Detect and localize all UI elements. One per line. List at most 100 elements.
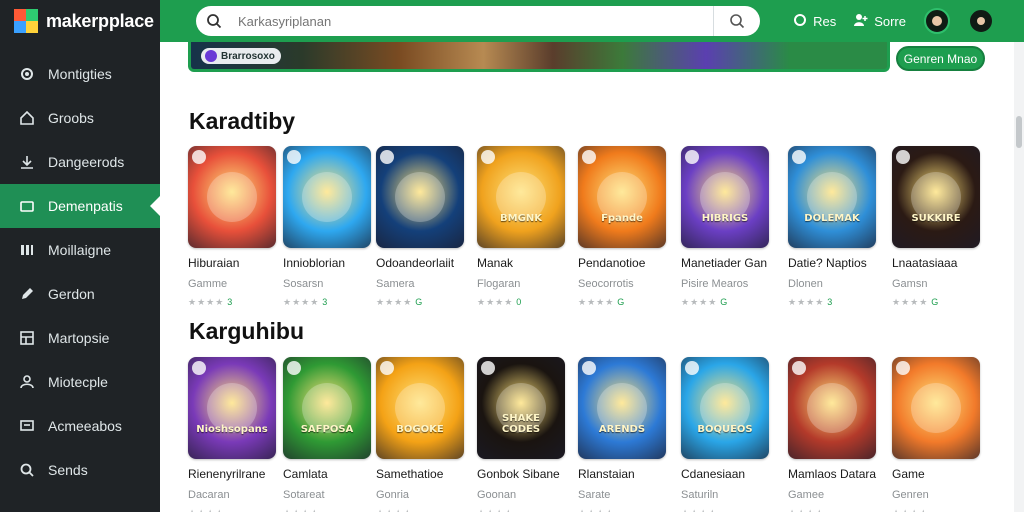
section-title: Karguhibu <box>189 318 304 344</box>
game-character-icon <box>911 383 961 433</box>
app-thumbnail[interactable] <box>892 357 980 459</box>
badge-icon <box>481 361 495 375</box>
app-rating: ★★★★ 3 <box>788 297 878 308</box>
brand-name: makerpplace <box>46 10 154 31</box>
star-icons: ★★★★ <box>681 297 718 307</box>
sidebar-item-7[interactable]: Miotecple <box>0 360 160 404</box>
app-title[interactable]: Innioblorian <box>283 256 373 270</box>
app-thumbnail[interactable]: ARENDS <box>578 357 666 459</box>
brand[interactable]: makerpplace <box>0 0 160 42</box>
app-card[interactable]: Nioshsopans Rienenyrilrane Dacaran ★★★★ <box>188 357 278 512</box>
sidebar-item-3[interactable]: Demenpatis <box>0 184 160 228</box>
search-bar[interactable] <box>196 6 760 36</box>
app-category: Dacaran <box>188 489 230 501</box>
app-rating: ★★★★ <box>376 508 466 512</box>
profile-avatar[interactable] <box>968 8 994 34</box>
sidebar-item-8[interactable]: Acmeeabos <box>0 404 160 448</box>
sidebar-item-label: Acmeeabos <box>48 418 122 434</box>
search-button[interactable] <box>714 13 760 29</box>
app-card[interactable]: BOQUEOS Cdanesiaan Saturiln ★★★★ <box>681 357 771 512</box>
app-category: Goonan <box>477 489 517 501</box>
app-card[interactable]: SUKKIRE Lnaatasiaaa Gamsn ★★★★ G <box>892 146 982 308</box>
sidebar-item-label: Martopsie <box>48 330 110 346</box>
section-title: Karadtiby <box>189 108 296 134</box>
app-card[interactable]: HIBRIGS Manetiader Gan Pisire Mearos ★★★★ G <box>681 146 771 308</box>
app-thumbnail[interactable]: SUKKIRE <box>892 146 980 248</box>
sidebar-item-9[interactable]: Sends <box>0 448 160 492</box>
app-thumbnail[interactable]: DOLEMAK <box>788 146 876 248</box>
app-card[interactable]: Hiburaian Gamme ★★★★ 3 <box>188 146 278 308</box>
badge-icon <box>896 361 910 375</box>
app-card[interactable]: SHAKE CODES Gonbok Sibane Goonan ★★★★ <box>477 357 567 512</box>
library-icon <box>18 241 36 259</box>
thumbnail-art-text: Nioshsopans <box>196 424 268 435</box>
search-input[interactable] <box>232 13 713 29</box>
app-title[interactable]: Pendanotioe <box>578 256 668 270</box>
app-title[interactable]: Game <box>892 467 982 481</box>
app-card[interactable]: Innioblorian Sosarsn ★★★★ 3 <box>283 146 373 308</box>
app-card[interactable]: DOLEMAK Datie? Naptios Dlonen ★★★★ 3 <box>788 146 878 308</box>
badge-icon <box>287 361 301 375</box>
app-card[interactable]: Odoandeorlaiit Samera ★★★★ G <box>376 146 466 308</box>
sidebar-item-6[interactable]: Martopsie <box>0 316 160 360</box>
app-thumbnail[interactable]: BOQUEOS <box>681 357 769 459</box>
app-title[interactable]: Gonbok Sibane <box>477 467 567 481</box>
banner-button[interactable]: Genren Mnao <box>896 46 985 71</box>
app-title[interactable]: Lnaatasiaaa <box>892 256 982 270</box>
app-thumbnail[interactable]: SAFPOSA <box>283 357 371 459</box>
app-title[interactable]: Odoandeorlaiit <box>376 256 466 270</box>
app-title[interactable]: Samethatioe <box>376 467 466 481</box>
scrollbar[interactable] <box>1014 42 1024 512</box>
app-title[interactable]: Manetiader Gan <box>681 256 771 270</box>
app-thumbnail[interactable]: BMGNK <box>477 146 565 248</box>
app-category: Pisire Mearos <box>681 278 749 290</box>
avatar[interactable] <box>924 8 950 34</box>
app-card[interactable]: BMGNK Manak Flogaran ★★★★ 0 <box>477 146 567 308</box>
app-category: Sosarsn <box>283 278 324 290</box>
scrollbar-thumb[interactable] <box>1016 116 1022 148</box>
app-thumbnail[interactable]: Nioshsopans <box>188 357 276 459</box>
app-card[interactable]: SAFPOSA Camlata Sotareat ★★★★ <box>283 357 373 512</box>
app-rating: ★★★★ <box>283 508 373 512</box>
sidebar-item-1[interactable]: Groobs <box>0 96 160 140</box>
badge-icon <box>896 150 910 164</box>
app-card[interactable]: ARENDS Rlanstaian Sarate ★★★★ <box>578 357 668 512</box>
app-thumbnail[interactable] <box>188 146 276 248</box>
app-thumbnail[interactable]: HIBRIGS <box>681 146 769 248</box>
sidebar-item-4[interactable]: Moillaigne <box>0 228 160 272</box>
app-thumbnail[interactable] <box>283 146 371 248</box>
app-title[interactable]: Mamlaos Datara <box>788 467 878 481</box>
app-title[interactable]: Rienenyrilrane <box>188 467 278 481</box>
app-card[interactable]: Fpande Pendanotioe Seocorrotis ★★★★ G <box>578 146 668 308</box>
top-link-label: Sorre <box>874 13 906 29</box>
badge-icon <box>685 361 699 375</box>
app-card[interactable]: Mamlaos Datara Gamee ★★★★ <box>788 357 878 512</box>
app-category: Sotareat <box>283 489 325 501</box>
app-title[interactable]: Camlata <box>283 467 373 481</box>
sidebar: makerpplace Montigties Groobs Dangeerods <box>0 0 160 512</box>
app-title[interactable]: Hiburaian <box>188 256 278 270</box>
app-thumbnail[interactable]: BOGOKE <box>376 357 464 459</box>
app-thumbnail[interactable] <box>788 357 876 459</box>
app-title[interactable]: Rlanstaian <box>578 467 668 481</box>
app-thumbnail[interactable]: Fpande <box>578 146 666 248</box>
rating-value: G <box>931 297 940 307</box>
sidebar-item-2[interactable]: Dangeerods <box>0 140 160 184</box>
top-link-res[interactable]: Res <box>793 13 836 30</box>
app-thumbnail[interactable]: SHAKE CODES <box>477 357 565 459</box>
rating-value: G <box>415 297 424 307</box>
sidebar-item-5[interactable]: Gerdon <box>0 272 160 316</box>
app-thumbnail[interactable] <box>376 146 464 248</box>
thumbnail-art-text: BOQUEOS <box>697 424 753 435</box>
badge-icon <box>582 361 596 375</box>
thumbnail-art-text: SUKKIRE <box>911 213 961 224</box>
app-card[interactable]: BOGOKE Samethatioe Gonria ★★★★ <box>376 357 466 512</box>
sidebar-item-0[interactable]: Montigties <box>0 52 160 96</box>
app-title[interactable]: Cdanesiaan <box>681 467 771 481</box>
promo-banner[interactable]: Brarrosoxo <box>188 42 890 72</box>
top-link-sorre[interactable]: Sorre <box>854 13 906 30</box>
app-title[interactable]: Manak <box>477 256 567 270</box>
app-card[interactable]: Game Genren ★★★★ <box>892 357 982 512</box>
app-title[interactable]: Datie? Naptios <box>788 256 878 270</box>
app-category: Sarate <box>578 489 611 501</box>
